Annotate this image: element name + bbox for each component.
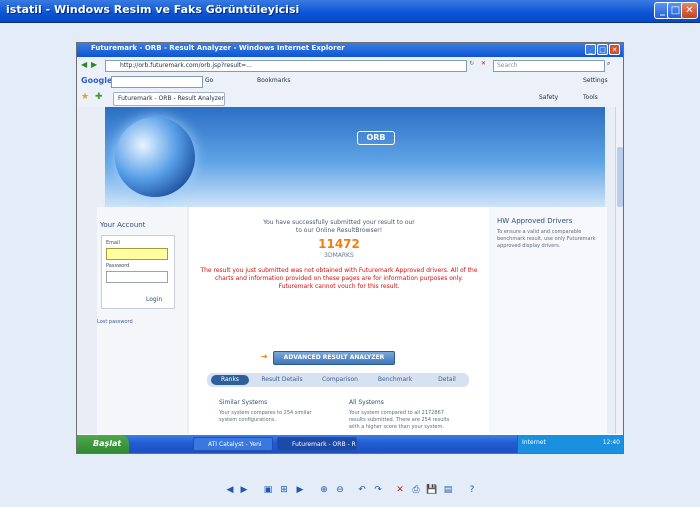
address-bar-row: ◀ ▶ http://orb.futuremark.com/orb.jsp?re… (77, 57, 623, 74)
search-input[interactable]: Search (493, 60, 605, 72)
settings-button[interactable]: Settings (583, 77, 608, 84)
delete-icon[interactable]: ✕ (394, 484, 406, 496)
taskbar: Başlat ATI Catalyst - Yeni Futuremark - … (77, 435, 623, 453)
help-icon[interactable]: ? (466, 484, 478, 496)
tools-button[interactable]: Tools (583, 94, 598, 101)
viewer-title: istatil - Windows Resim ve Faks Görüntül… (6, 3, 300, 16)
similar-systems: Similar Systems Your system compares to … (219, 399, 329, 424)
start-button[interactable]: Başlat (77, 435, 129, 453)
task-ati[interactable]: ATI Catalyst - Yeni (193, 437, 273, 451)
advanced-analyzer-button[interactable]: ADVANCED RESULT ANALYZER (273, 351, 395, 365)
all-systems-text: Your system compared to all 2172867 resu… (349, 410, 450, 430)
intro-line-1: You have successfully submitted your res… (263, 219, 415, 226)
ie-close-button[interactable]: ✕ (609, 44, 620, 55)
drivers-title: HW Approved Drivers (497, 217, 573, 225)
tab-row: ★ ✚ Futuremark - ORB - Result Analyzer S… (77, 89, 623, 108)
safety-button[interactable]: Safety (539, 94, 558, 101)
tab-ranks[interactable]: Ranks (211, 375, 249, 385)
account-panel: Your Account Email Password Login Lost p… (97, 207, 187, 434)
back-icon[interactable]: ◀ (81, 60, 87, 69)
tab-comparison[interactable]: Comparison (315, 375, 365, 385)
scrollbar-thumb[interactable] (617, 147, 623, 207)
address-input[interactable]: http://orb.futuremark.com/orb.jsp?result… (105, 60, 467, 72)
forward-icon[interactable]: ▶ (91, 60, 97, 69)
web-page: ORB Your Account Email Password Login Lo… (77, 107, 617, 434)
tab-label: Futuremark - ORB - Result Analyzer (118, 95, 225, 102)
tray-status: Internet (522, 439, 546, 446)
intro-line-2: to our Online ResultBrowser! (295, 227, 383, 234)
address-text: http://orb.futuremark.com/orb.jsp?result… (120, 62, 252, 69)
close-button[interactable]: ✕ (681, 2, 698, 19)
task-ie[interactable]: Futuremark - ORB - R... (277, 437, 357, 451)
arrow-icon: ➜ (261, 352, 268, 361)
drivers-text: To ensure a valid and comparable benchma… (497, 229, 596, 249)
search-icon[interactable]: ⌕ (607, 60, 610, 68)
driver-warning: The result you just submitted was not ob… (200, 267, 478, 290)
drivers-panel: HW Approved Drivers To ensure a valid an… (489, 207, 607, 434)
account-title: Your Account (100, 221, 146, 229)
clock: 12:40 (602, 439, 620, 446)
rotate-right-icon[interactable]: ↷ (372, 484, 384, 496)
main-content: You have successfully submitted your res… (189, 207, 489, 434)
print-icon[interactable]: ⎙ (410, 484, 422, 496)
globe-graphic (115, 117, 195, 197)
similar-systems-title: Similar Systems (219, 399, 268, 406)
google-logo: Google (81, 76, 113, 85)
viewer-toolbar: ◀ ▶ ▣ ⊞ ▶ ⊕ ⊖ ↶ ↷ ✕ ⎙ 💾 ▤ ? (0, 480, 700, 502)
open-icon[interactable]: ▤ (442, 484, 454, 496)
actual-size-icon[interactable]: ⊞ (278, 484, 290, 496)
slideshow-icon[interactable]: ▶ (294, 484, 306, 496)
favorites-star-icon[interactable]: ★ (81, 92, 89, 102)
ie-minimize-button[interactable]: _ (585, 44, 596, 55)
email-label: Email (106, 240, 120, 246)
password-field[interactable] (106, 271, 168, 283)
go-button[interactable]: Go (205, 77, 213, 84)
hero-banner: ORB (105, 107, 605, 207)
score-value: 11472 (318, 237, 360, 251)
lost-password-link[interactable]: Lost password (97, 319, 133, 325)
tab-detail[interactable]: Detail (429, 375, 465, 385)
result-tabs: Ranks Result Details Comparison Benchmar… (207, 373, 469, 387)
login-box: Email Password Login (101, 235, 175, 309)
google-toolbar: Google Go Bookmarks Settings (77, 73, 623, 90)
tab-benchmark[interactable]: Benchmark (371, 375, 419, 385)
tab-result-details[interactable]: Result Details (257, 375, 307, 385)
google-search-input[interactable] (111, 76, 203, 88)
all-systems: All Systems Your system compared to all … (349, 399, 459, 431)
ie-window-title: Futuremark - ORB - Result Analyzer - Win… (91, 44, 345, 52)
login-button[interactable]: Login (146, 296, 162, 303)
save-icon[interactable]: 💾 (426, 484, 438, 496)
all-systems-title: All Systems (349, 399, 384, 406)
screenshot-frame: Futuremark - ORB - Result Analyzer - Win… (76, 42, 624, 454)
orb-logo: ORB (357, 131, 395, 145)
viewer-title-bar: istatil - Windows Resim ve Faks Görüntül… (0, 0, 700, 23)
ie-title-bar: Futuremark - ORB - Result Analyzer - Win… (77, 43, 623, 57)
email-field[interactable] (106, 248, 168, 260)
similar-systems-text: Your system compares to 254 similar syst… (219, 410, 312, 423)
refresh-icon[interactable]: ↻ (469, 60, 474, 67)
add-favorites-icon[interactable]: ✚ (95, 92, 103, 102)
rotate-left-icon[interactable]: ↶ (356, 484, 368, 496)
next-icon[interactable]: ▶ (238, 484, 250, 496)
stop-icon[interactable]: ✕ (481, 60, 486, 67)
tab-orb[interactable]: Futuremark - ORB - Result Analyzer (113, 92, 225, 106)
ie-maximize-button[interactable]: □ (597, 44, 608, 55)
prev-icon[interactable]: ◀ (224, 484, 236, 496)
search-placeholder: Search (497, 62, 518, 69)
system-tray: Internet 12:40 (517, 435, 623, 453)
page-scrollbar[interactable] (615, 107, 623, 434)
zoom-in-icon[interactable]: ⊕ (318, 484, 330, 496)
password-label: Password (106, 263, 130, 269)
bookmarks-button[interactable]: Bookmarks (257, 77, 291, 84)
score-unit: 3DMARKS (324, 252, 354, 259)
best-fit-icon[interactable]: ▣ (262, 484, 274, 496)
zoom-out-icon[interactable]: ⊖ (334, 484, 346, 496)
